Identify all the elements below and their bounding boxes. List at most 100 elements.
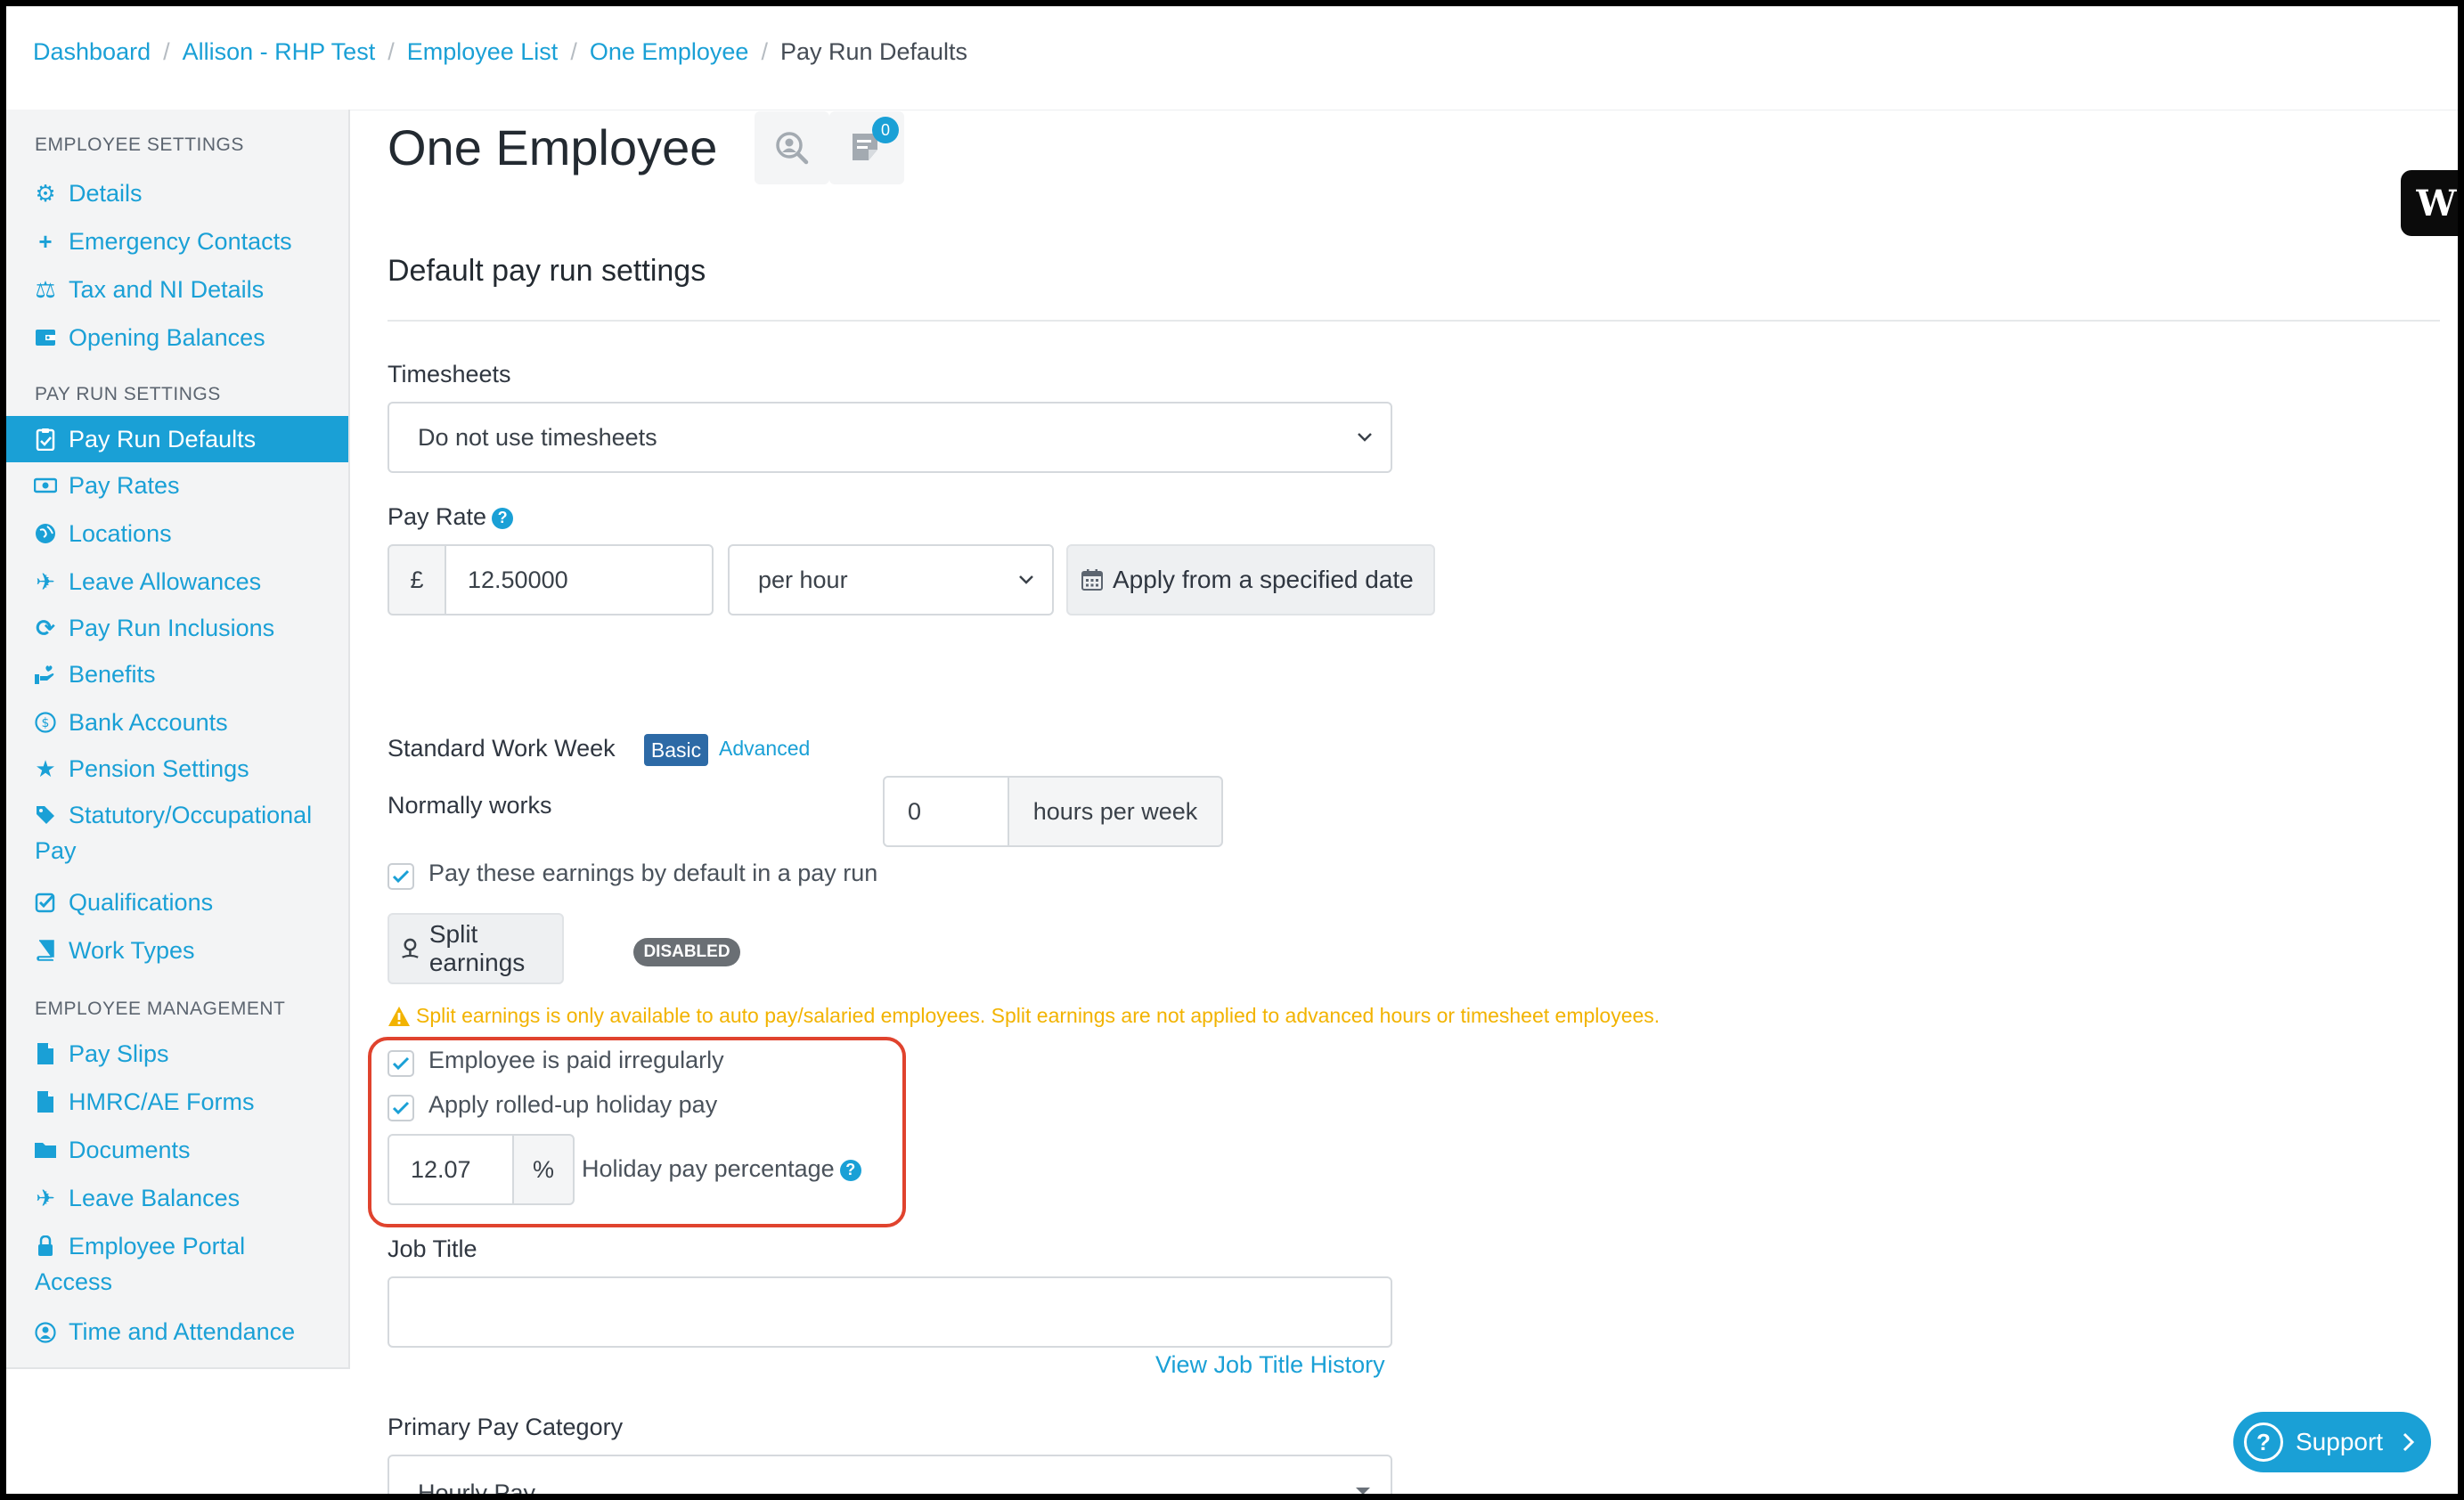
sidebar-item-statutory-pay[interactable]: Statutory/Occupational Pay — [6, 792, 348, 867]
sidebar-item-label: Time and Attendance — [69, 1317, 296, 1345]
plane-icon: ✈ — [36, 567, 55, 595]
breadcrumb-company[interactable]: Allison - RHP Test — [183, 38, 376, 66]
sidebar-item-bank-accounts[interactable]: $ Bank Accounts — [6, 699, 348, 746]
sidebar-item-label: Pay Slips — [69, 1039, 169, 1067]
sidebar-item-label-wrap: Employee Portal Access — [33, 1228, 245, 1300]
sidebar-item-label: Pay Run Defaults — [69, 425, 257, 452]
job-title-input[interactable] — [388, 1276, 1392, 1348]
paid-irregularly-checkbox[interactable] — [388, 1050, 414, 1077]
breadcrumb-dashboard[interactable]: Dashboard — [33, 38, 151, 66]
clipboard-icon — [33, 428, 58, 451]
money-icon — [33, 477, 58, 493]
sidebar-item-pension-settings[interactable]: ★ Pension Settings — [6, 746, 348, 792]
sidebar-item-benefits[interactable]: Benefits — [6, 651, 348, 697]
sidebar-item-details[interactable]: ⚙ Details — [6, 170, 348, 216]
w-widget-tab[interactable]: W — [2401, 170, 2458, 236]
sidebar-item-label: Bank Accounts — [69, 708, 228, 736]
hand-heart-icon — [33, 664, 58, 685]
basic-tag[interactable]: Basic — [644, 734, 708, 766]
rolled-up-holiday-checkbox[interactable] — [388, 1095, 414, 1121]
sidebar-item-label-cont: Access — [35, 1268, 113, 1295]
holiday-pct-input[interactable]: 12.07 — [388, 1134, 514, 1205]
sidebar-item-label: Benefits — [69, 660, 156, 688]
book-icon — [33, 940, 58, 961]
advanced-link[interactable]: Advanced — [719, 737, 810, 761]
gear-icon: ⚙ — [35, 179, 56, 207]
sidebar-item-qualifications[interactable]: Qualifications — [6, 879, 348, 925]
plane-icon: ✈ — [36, 1184, 55, 1211]
sidebar-item-pay-run-inclusions[interactable]: ⟳ Pay Run Inclusions — [6, 605, 348, 651]
sidebar-item-locations[interactable]: Locations — [6, 510, 348, 557]
pay-rate-unit-select[interactable]: per hour — [728, 544, 1054, 615]
calendar-icon — [1081, 569, 1103, 591]
sidebar-item-leave-allowances[interactable]: ✈ Leave Allowances — [6, 558, 348, 605]
split-earnings-warning-text: Split earnings is only available to auto… — [416, 1004, 1660, 1027]
chevron-down-icon — [1358, 433, 1372, 442]
pay-rate-label-text: Pay Rate — [388, 503, 487, 530]
hours-unit-addon: hours per week — [1008, 776, 1223, 847]
check-icon — [392, 1101, 410, 1115]
support-button[interactable]: ? Support — [2233, 1412, 2431, 1472]
split-earnings-label: Split earnings — [428, 920, 526, 976]
user-clock-icon — [33, 1320, 58, 1343]
sidebar-item-tax-ni[interactable]: ⚖ Tax and NI Details — [6, 266, 348, 313]
apply-from-date-button[interactable]: Apply from a specified date — [1066, 544, 1435, 615]
job-title-label: Job Title — [388, 1235, 477, 1262]
breadcrumb-separator: / — [163, 38, 170, 65]
pay-rate-input[interactable]: 12.50000 — [445, 544, 714, 615]
pay-rate-value: 12.50000 — [468, 566, 568, 593]
sidebar-item-opening-balances[interactable]: Opening Balances — [6, 314, 348, 361]
folder-icon — [33, 1141, 58, 1159]
breadcrumb-separator: / — [570, 38, 577, 65]
sidebar-item-emergency-contacts[interactable]: + Emergency Contacts — [6, 218, 348, 265]
sidebar-item-label: Details — [69, 179, 143, 207]
star-icon: ★ — [35, 754, 56, 782]
sidebar-item-label: Work Types — [69, 936, 195, 964]
pay-earnings-default-label: Pay these earnings by default in a pay r… — [428, 860, 878, 886]
holiday-pct-label-text: Holiday pay percentage — [582, 1155, 835, 1182]
rolled-up-holiday-label: Apply rolled-up holiday pay — [428, 1091, 718, 1118]
search-user-icon — [776, 132, 809, 165]
sidebar-item-documents[interactable]: Documents — [6, 1127, 348, 1173]
sidebar-item-work-types[interactable]: Work Types — [6, 927, 348, 974]
scales-icon: ⚖ — [35, 275, 56, 303]
sidebar-heading-pay-run-settings: PAY RUN SETTINGS — [35, 384, 221, 404]
chevron-down-icon — [1019, 575, 1033, 584]
caret-down-icon — [1356, 1488, 1370, 1494]
help-icon[interactable]: ? — [492, 507, 514, 529]
pay-earnings-default-checkbox[interactable] — [388, 863, 414, 890]
sidebar-item-label-cont: Pay — [35, 837, 77, 864]
help-icon[interactable]: ? — [839, 1159, 861, 1181]
breadcrumb-employee[interactable]: One Employee — [590, 38, 749, 66]
job-title-history-link[interactable]: View Job Title History — [1155, 1351, 1385, 1379]
sidebar-item-hmrc-forms[interactable]: HMRC/AE Forms — [6, 1079, 348, 1125]
sidebar-item-label: Opening Balances — [69, 323, 265, 351]
currency-addon: £ — [388, 544, 446, 615]
timesheets-select[interactable]: Do not use timesheets — [388, 402, 1392, 473]
notes-button[interactable]: 0 — [829, 111, 904, 184]
view-employee-button[interactable] — [755, 111, 829, 184]
support-label: Support — [2296, 1428, 2384, 1455]
sidebar-item-label: Emergency Contacts — [69, 227, 292, 255]
sidebar-item-pay-rates[interactable]: Pay Rates — [6, 462, 348, 509]
primary-pay-category-label: Primary Pay Category — [388, 1414, 624, 1440]
sidebar-item-leave-balances[interactable]: ✈ Leave Balances — [6, 1175, 348, 1221]
sidebar-item-employee-portal-access[interactable]: Employee Portal Access — [6, 1223, 348, 1298]
breadcrumb-employee-list[interactable]: Employee List — [407, 38, 559, 66]
svg-text:$: $ — [42, 716, 50, 730]
sidebar-item-time-attendance[interactable]: Time and Attendance — [6, 1308, 348, 1355]
split-earnings-button[interactable]: Split earnings — [388, 913, 564, 984]
primary-pay-category-select[interactable]: Hourly Pay — [388, 1455, 1392, 1500]
sidebar-item-label: Tax and NI Details — [69, 275, 265, 303]
sidebar-item-label: Locations — [69, 519, 172, 547]
sidebar-item-label: Pay Run Inclusions — [69, 614, 275, 641]
notes-count-badge: 0 — [872, 117, 899, 143]
breadcrumb-separator: / — [761, 38, 768, 65]
sidebar-item-pay-run-defaults[interactable]: Pay Run Defaults — [6, 416, 348, 462]
plus-icon: + — [38, 227, 53, 255]
hours-input[interactable]: 0 — [883, 776, 1009, 847]
sidebar-item-pay-slips[interactable]: Pay Slips — [6, 1031, 348, 1077]
sidebar-item-label: Pay Rates — [69, 471, 180, 499]
primary-pay-category-value: Hourly Pay — [418, 1480, 536, 1500]
percent-addon: % — [512, 1134, 575, 1205]
